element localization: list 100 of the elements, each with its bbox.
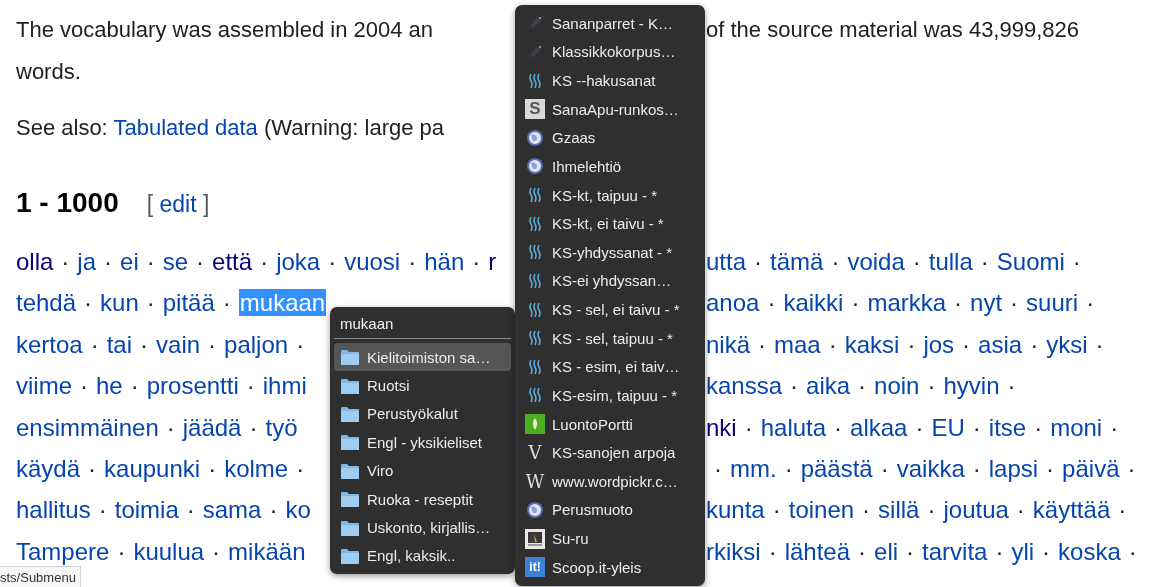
- word-link[interactable]: jäädä: [182, 413, 242, 441]
- word-link[interactable]: päästä: [800, 455, 873, 483]
- menu-item[interactable]: KS-esim, taipuu - *: [519, 381, 701, 410]
- word-link[interactable]: markka: [867, 289, 947, 317]
- word-link[interactable]: kaikki: [783, 289, 844, 317]
- tabulated-data-link[interactable]: Tabulated data: [113, 115, 258, 140]
- word-link[interactable]: r: [488, 248, 497, 275]
- word-link[interactable]: itse: [988, 413, 1027, 441]
- menu-item[interactable]: KS --hakusanat: [519, 66, 701, 95]
- menu-item[interactable]: LuontoPortti: [519, 409, 701, 439]
- word-link[interactable]: lähteä: [784, 537, 851, 565]
- word-link[interactable]: anoa: [706, 289, 760, 317]
- word-link[interactable]: viime: [16, 372, 72, 400]
- menu-item[interactable]: S SanaApu-runkos…: [519, 94, 701, 124]
- word-link[interactable]: lapsi: [988, 455, 1039, 483]
- word-link[interactable]: kun: [100, 289, 139, 317]
- word-link[interactable]: hyvin: [943, 372, 1000, 400]
- word-link[interactable]: käyttää: [1032, 496, 1111, 524]
- word-link[interactable]: ei: [120, 248, 139, 275]
- word-link[interactable]: käydä: [16, 455, 81, 483]
- word-link[interactable]: maa: [774, 330, 821, 358]
- word-link[interactable]: rkiksi: [706, 537, 761, 565]
- word-link[interactable]: että: [212, 248, 253, 275]
- word-link[interactable]: haluta: [760, 413, 827, 441]
- word-link[interactable]: tehdä: [16, 289, 77, 317]
- menu-item[interactable]: W www.wordpickr.c…: [519, 467, 701, 496]
- menu-item[interactable]: V KS-sanojen arpoja: [519, 438, 701, 467]
- word-link[interactable]: aika: [806, 372, 851, 400]
- menu-item[interactable]: Gzaas: [519, 123, 701, 153]
- menu-item[interactable]: Viro: [334, 456, 511, 485]
- word-link[interactable]: kuulua: [133, 537, 205, 565]
- word-link[interactable]: paljon: [224, 330, 289, 358]
- word-link[interactable]: utta: [706, 248, 747, 275]
- word-link[interactable]: prosentti: [146, 372, 239, 400]
- word-link[interactable]: voida: [847, 248, 905, 275]
- word-link[interactable]: asia: [978, 330, 1023, 358]
- menu-item[interactable]: Engl, kaksik..: [334, 541, 511, 571]
- word-link[interactable]: kanssa: [706, 372, 783, 400]
- word-link[interactable]: koska: [1058, 537, 1121, 565]
- word-link[interactable]: sillä: [878, 496, 920, 524]
- menu-item[interactable]: Ihmelehtiö: [519, 152, 701, 181]
- word-link[interactable]: mm.: [730, 455, 777, 483]
- word-link[interactable]: sama: [202, 496, 262, 524]
- edit-link[interactable]: [ edit ]: [146, 183, 210, 225]
- word-link[interactable]: yli: [1011, 537, 1035, 565]
- word-link[interactable]: nikä: [706, 330, 751, 358]
- menu-item[interactable]: KS-kt, ei taivu - *: [519, 209, 701, 238]
- word-link[interactable]: vaikka: [896, 455, 965, 483]
- menu-item[interactable]: Engl - yksikieliset: [334, 428, 511, 457]
- word-link[interactable]: toimia: [114, 496, 179, 524]
- word-link[interactable]: tämä: [770, 248, 824, 275]
- menu-item[interactable]: Perusmuoto: [519, 495, 701, 525]
- word-link[interactable]: tai: [106, 330, 133, 358]
- menu-item[interactable]: Perustyökalut: [334, 399, 511, 429]
- menu-item[interactable]: it! Scoop.it-yleis: [519, 552, 701, 582]
- word-link[interactable]: eli: [874, 537, 899, 565]
- menu-item[interactable]: Su-ru: [519, 524, 701, 553]
- word-link[interactable]: kunta: [706, 496, 765, 524]
- menu-item[interactable]: KS-kt, taipuu - *: [519, 180, 701, 210]
- word-link[interactable]: ko: [285, 496, 311, 524]
- word-link[interactable]: Suomi: [996, 248, 1065, 275]
- word-link[interactable]: tulla: [928, 248, 973, 275]
- word-link[interactable]: ihmi: [262, 372, 307, 400]
- word-link[interactable]: ja: [77, 248, 97, 275]
- word-link[interactable]: yksi: [1046, 330, 1088, 358]
- menu-item[interactable]: KS - sel, ei taivu - *: [519, 295, 701, 324]
- menu-item[interactable]: Uskonto, kirjallis…: [334, 513, 511, 542]
- word-link[interactable]: ensimmäinen: [16, 413, 159, 441]
- word-link[interactable]: vain: [156, 330, 201, 358]
- word-link[interactable]: kolme: [224, 455, 289, 483]
- word-link[interactable]: moni: [1050, 413, 1103, 441]
- menu-item[interactable]: KS-yhdyssanat - *: [519, 238, 701, 267]
- word-link[interactable]: vuosi: [344, 248, 401, 275]
- word-link[interactable]: kaksi: [844, 330, 900, 358]
- word-link[interactable]: mikään: [228, 537, 306, 565]
- menu-item[interactable]: KS - sel, taipuu - *: [519, 323, 701, 353]
- word-link[interactable]: noin: [874, 372, 920, 400]
- menu-item[interactable]: Ruotsi: [334, 371, 511, 400]
- word-link[interactable]: päivä: [1062, 455, 1120, 483]
- word-link[interactable]: Tampere: [16, 537, 110, 565]
- word-link[interactable]: nyt: [970, 289, 1003, 317]
- word-link[interactable]: he: [96, 372, 123, 400]
- word-link[interactable]: kertoa: [16, 330, 83, 358]
- menu-item[interactable]: Klassikkokorpus…: [519, 37, 701, 67]
- menu-item[interactable]: Ruoka - reseptit: [334, 484, 511, 514]
- menu-item[interactable]: Sananparret - K…: [519, 9, 701, 38]
- word-link[interactable]: työ: [265, 413, 298, 441]
- word-link[interactable]: toinen: [788, 496, 855, 524]
- word-link[interactable]: tarvita: [922, 537, 988, 565]
- word-link[interactable]: jos: [923, 330, 955, 358]
- word-link[interactable]: olla: [16, 248, 54, 275]
- menu-item[interactable]: KS-ei yhdyssan…: [519, 266, 701, 296]
- word-link[interactable]: pitää: [162, 289, 215, 317]
- word-link[interactable]: se: [162, 248, 189, 275]
- word-link[interactable]: alkaa: [850, 413, 908, 441]
- menu-item[interactable]: KS - esim, ei taiv…: [519, 352, 701, 382]
- word-link[interactable]: hallitus: [16, 496, 91, 524]
- word-link[interactable]: hän: [424, 248, 465, 275]
- word-link[interactable]: kaupunki: [104, 455, 201, 483]
- word-link[interactable]: joutua: [943, 496, 1009, 524]
